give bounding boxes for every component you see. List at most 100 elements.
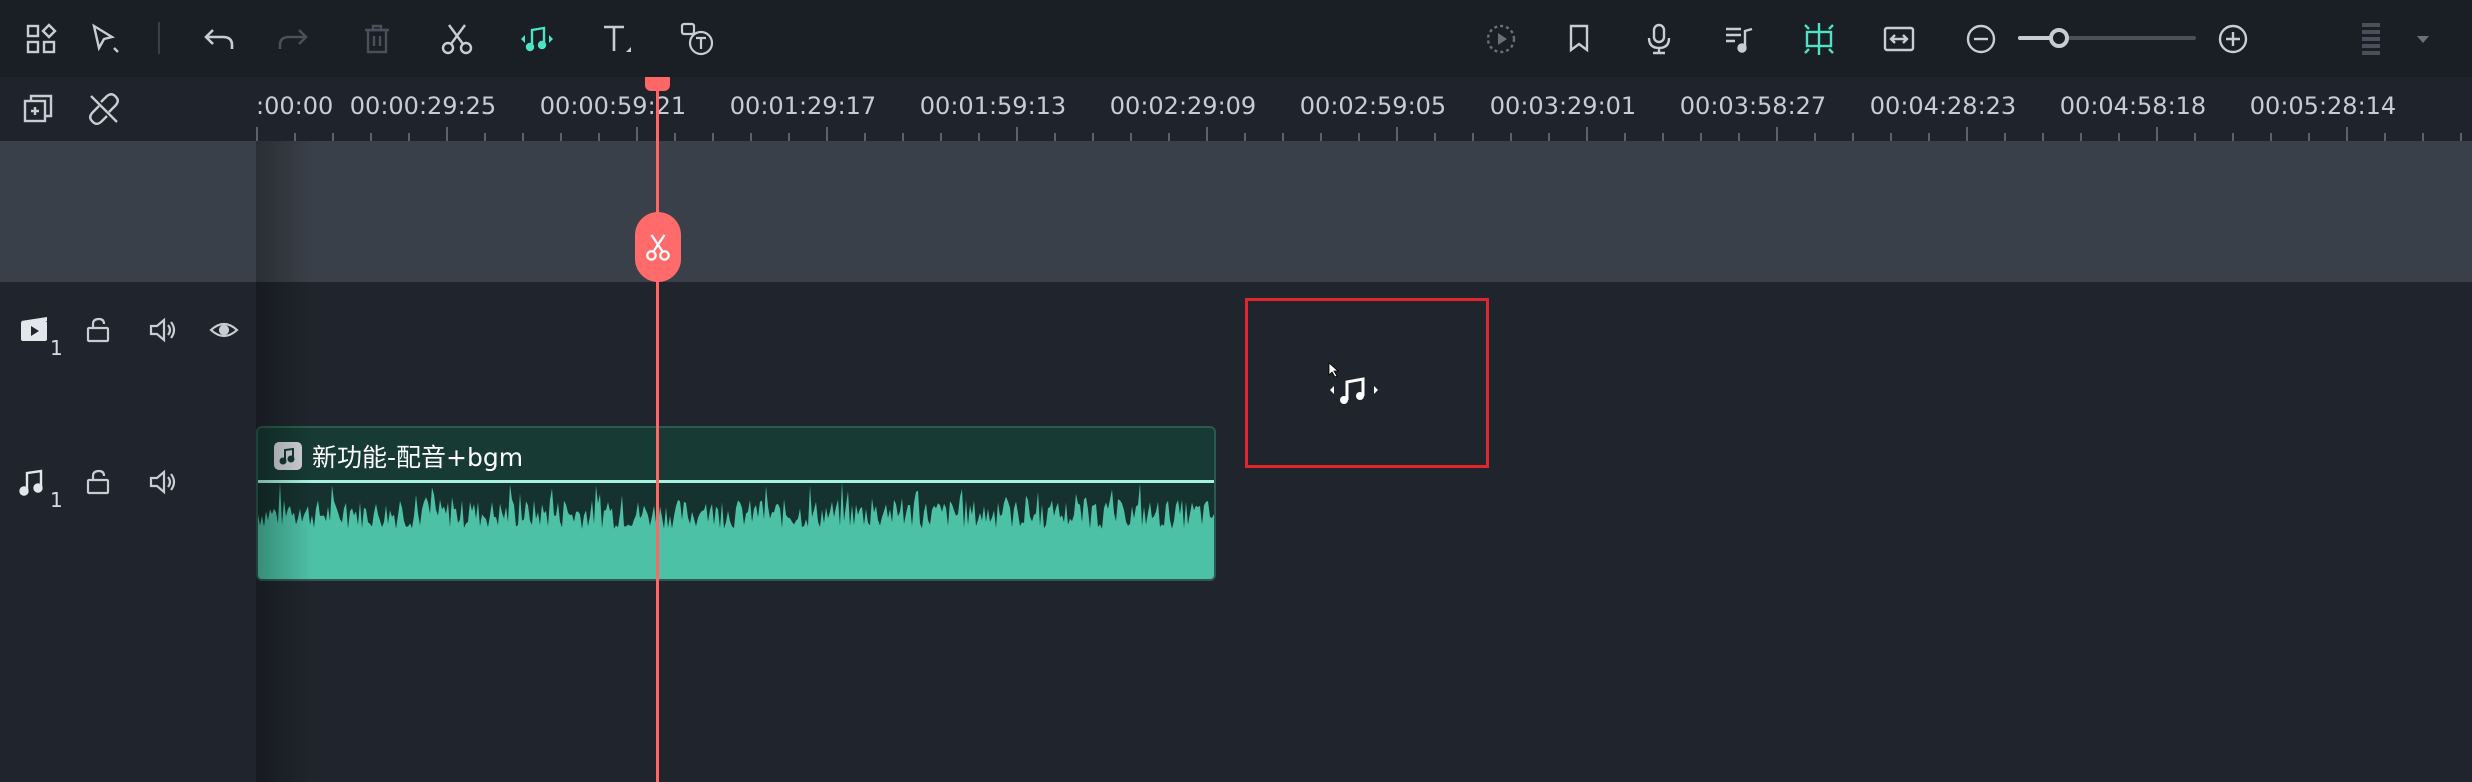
ruler-tick <box>2422 133 2424 141</box>
ruler-tick <box>864 133 866 141</box>
undo-icon[interactable] <box>194 14 244 64</box>
playhead[interactable] <box>656 80 659 782</box>
speech-to-text-icon[interactable] <box>672 14 722 64</box>
ruler-tick <box>1776 127 1778 141</box>
ruler-tick <box>940 133 942 141</box>
video-track-number: 1 <box>50 336 63 360</box>
ruler-tick <box>1700 133 1702 141</box>
delete-icon[interactable] <box>352 14 402 64</box>
timeline-editor: :00:00 00:00:29:25 00:00:59:21 00:01:29:17 0… <box>0 0 2472 782</box>
ruler-tick <box>2460 133 2462 141</box>
ruler-tick <box>2080 133 2082 141</box>
microphone-icon[interactable] <box>1634 14 1684 64</box>
ruler-tick <box>1130 133 1132 141</box>
audio-stretch-icon[interactable] <box>512 14 562 64</box>
add-track-icon[interactable] <box>14 85 62 133</box>
ruler-timecode: 00:04:58:18 <box>2059 92 2207 120</box>
ruler-tick <box>1168 133 1170 141</box>
ruler-tick <box>712 133 714 141</box>
timeline-ruler-row: :00:00 00:00:29:25 00:00:59:21 00:01:29:17 0… <box>0 77 2472 141</box>
ruler-tick <box>1244 133 1246 141</box>
ruler-tick <box>2384 133 2386 141</box>
ruler-tick <box>788 133 790 141</box>
scissors-icon[interactable] <box>432 14 482 64</box>
ruler-tick <box>332 133 334 141</box>
audio-track-header: 1 <box>0 448 256 558</box>
ruler-timecode: 00:04:28:23 <box>1869 92 2017 120</box>
ruler-tick <box>560 133 562 141</box>
ruler-tick <box>294 133 296 141</box>
timeline-ruler[interactable]: :00:00 00:00:29:25 00:00:59:21 00:01:29:17 0… <box>256 77 2472 141</box>
ruler-tick <box>1054 133 1056 141</box>
ruler-tick <box>750 133 752 141</box>
redo-icon[interactable] <box>268 14 318 64</box>
zoom-out-icon[interactable] <box>1956 14 2006 64</box>
ruler-tick <box>2232 133 2234 141</box>
ruler-tick <box>1282 133 1284 141</box>
ruler-tick <box>2156 127 2158 141</box>
unlink-icon[interactable] <box>80 85 128 133</box>
playhead-handle[interactable] <box>645 77 670 91</box>
ruler-tick <box>2194 133 2196 141</box>
track-volume-icon[interactable] <box>140 460 184 504</box>
zoom-slider-handle[interactable] <box>2048 28 2069 48</box>
playhead-split-button[interactable] <box>635 212 681 282</box>
ruler-tick <box>2004 133 2006 141</box>
ruler-tick <box>2042 133 2044 141</box>
ruler-tick <box>1662 133 1664 141</box>
ruler-tick <box>1928 133 1930 141</box>
ruler-timecode: 00:00:29:25 <box>349 92 497 120</box>
audio-clip[interactable]: 新功能-配音+bgm <box>256 426 1216 581</box>
zoom-slider[interactable] <box>2018 28 2196 48</box>
ruler-tick <box>978 133 980 141</box>
track-visibility-icon[interactable] <box>202 308 246 352</box>
ruler-timecode: 00:01:59:13 <box>919 92 1067 120</box>
ruler-tick <box>1624 133 1626 141</box>
ruler-timecode: 00:02:59:05 <box>1299 92 1447 120</box>
audio-clip-title: 新功能-配音+bgm <box>312 443 524 472</box>
ruler-tick <box>1016 127 1018 141</box>
video-track-header: 1 <box>0 296 256 406</box>
ruler-tick <box>484 133 486 141</box>
ruler-tick <box>2346 127 2348 141</box>
ruler-tick <box>370 133 372 141</box>
ruler-timecode: 00:03:29:01 <box>1489 92 1637 120</box>
audio-mix-icon[interactable] <box>1714 14 1764 64</box>
select-arrow-icon[interactable] <box>80 14 130 64</box>
ruler-tick <box>2118 133 2120 141</box>
empty-track-header <box>0 141 256 282</box>
ruler-tick <box>636 127 638 141</box>
track-lock-icon[interactable] <box>76 308 120 352</box>
audio-waveform <box>258 483 1214 579</box>
track-volume-icon[interactable] <box>140 308 184 352</box>
ruler-timecode: 00:01:29:17 <box>729 92 877 120</box>
marker-icon[interactable] <box>1554 14 1604 64</box>
empty-track-area[interactable] <box>256 141 2472 282</box>
ruler-tick <box>1510 133 1512 141</box>
ruler-tick <box>1890 133 1892 141</box>
chevron-down-icon[interactable] <box>2398 14 2448 64</box>
ruler-timecode: 00:00:59:21 <box>539 92 687 120</box>
track-settings-icon[interactable] <box>2346 14 2396 64</box>
music-drag-icon <box>1328 362 1378 404</box>
ruler-tick <box>2308 133 2310 141</box>
ruler-tick <box>2270 133 2272 141</box>
zoom-in-icon[interactable] <box>2208 14 2258 64</box>
ruler-tick <box>446 127 448 141</box>
ruler-tick <box>1320 133 1322 141</box>
scissors-icon <box>646 234 670 261</box>
render-preview-icon[interactable] <box>1476 14 1526 64</box>
ruler-tick <box>1814 133 1816 141</box>
snap-icon[interactable] <box>1794 14 1844 64</box>
ruler-tick <box>674 133 676 141</box>
fit-icon[interactable] <box>1874 14 1924 64</box>
ruler-timecode: :00:00 <box>256 92 334 120</box>
track-lock-icon[interactable] <box>76 460 120 504</box>
layout-icon[interactable] <box>16 14 66 64</box>
audio-track-number: 1 <box>50 488 63 512</box>
music-track-icon <box>10 460 54 504</box>
text-icon[interactable] <box>592 14 642 64</box>
timeline-toolbar <box>0 0 2472 77</box>
ruler-timecode: 00:02:29:09 <box>1109 92 1257 120</box>
ruler-timecode: 00:03:58:27 <box>1679 92 1827 120</box>
